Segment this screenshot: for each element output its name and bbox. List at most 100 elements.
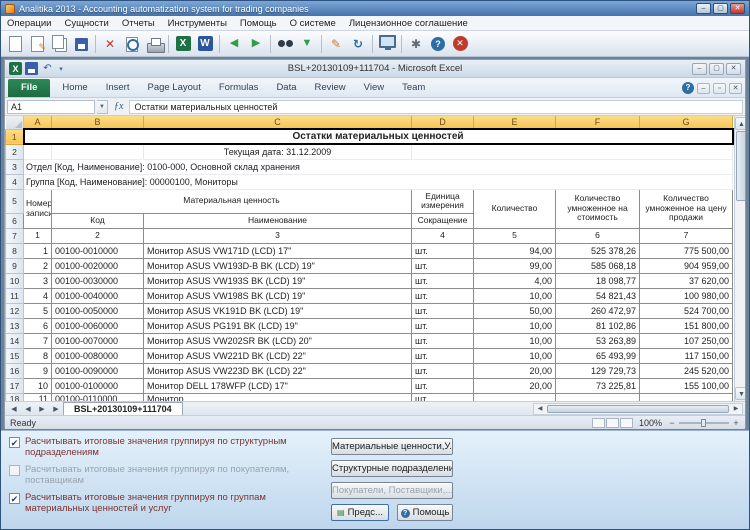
excel-close-button[interactable]: ✕ bbox=[726, 63, 741, 75]
ribbon-help-icon[interactable]: ? bbox=[682, 82, 694, 94]
print-icon[interactable] bbox=[143, 33, 165, 55]
cell[interactable]: шт. bbox=[412, 288, 474, 303]
next-sheet-icon[interactable]: ▶ bbox=[35, 405, 49, 413]
zoom-track[interactable] bbox=[679, 422, 729, 424]
last-sheet-icon[interactable]: ▶ bbox=[49, 405, 63, 413]
menu-item-2[interactable]: Отчеты bbox=[122, 18, 155, 29]
cell[interactable]: Монитор ASUS VW198S BK (LCD) 19" bbox=[144, 288, 412, 303]
row-header-2[interactable]: 2 bbox=[6, 144, 24, 159]
cell[interactable]: Монитор ASUS VW193D-B BK (LCD) 19" bbox=[144, 258, 412, 273]
edit-pencil-icon[interactable]: ✎ bbox=[325, 33, 347, 55]
cell[interactable]: 10 bbox=[24, 378, 52, 393]
cell[interactable]: 73 225,81 bbox=[556, 378, 640, 393]
tab-team[interactable]: Team bbox=[393, 79, 434, 97]
scroll-right-icon[interactable]: ▶ bbox=[730, 405, 742, 412]
tab-view[interactable]: View bbox=[355, 79, 393, 97]
header-cell[interactable]: Сокращение bbox=[412, 213, 474, 228]
column-number-cell[interactable]: 1 bbox=[24, 228, 52, 243]
scroll-down-icon[interactable]: ▼ bbox=[735, 387, 745, 400]
cell[interactable] bbox=[556, 393, 640, 401]
cell[interactable]: 525 378,26 bbox=[556, 243, 640, 258]
zoom-in-icon[interactable]: + bbox=[732, 418, 740, 428]
row-header-7[interactable]: 7 bbox=[6, 228, 24, 243]
header-cell[interactable]: Номер записи bbox=[24, 189, 52, 228]
row-header-11[interactable]: 11 bbox=[6, 288, 24, 303]
column-number-cell[interactable]: 7 bbox=[640, 228, 733, 243]
cell[interactable]: 00100-0110000 bbox=[52, 393, 144, 401]
tab-data[interactable]: Data bbox=[267, 79, 305, 97]
header-cell[interactable]: Количество умноженное на цену продажи bbox=[640, 189, 733, 228]
checkbox-0[interactable]: ✔ bbox=[9, 437, 20, 448]
checkbox-2[interactable]: ✔ bbox=[9, 493, 20, 504]
structural-units-button[interactable]: Структурные подразделения bbox=[331, 460, 453, 477]
cell[interactable]: шт. bbox=[412, 378, 474, 393]
cell[interactable]: 585 068,18 bbox=[556, 258, 640, 273]
help-book-icon[interactable]: ? bbox=[427, 33, 449, 55]
cell[interactable]: 155 100,00 bbox=[640, 378, 733, 393]
cell[interactable]: 54 821,43 bbox=[556, 288, 640, 303]
cell[interactable]: 99,00 bbox=[474, 258, 556, 273]
scroll-up-icon[interactable]: ▲ bbox=[735, 117, 745, 130]
excel-maximize-button[interactable]: ▢ bbox=[709, 63, 724, 75]
cell[interactable]: 2 bbox=[24, 258, 52, 273]
report-title-cell[interactable]: Остатки материальных ценностей bbox=[24, 129, 733, 144]
menu-item-3[interactable]: Инструменты bbox=[168, 18, 227, 29]
row-header-18[interactable]: 18 bbox=[6, 393, 24, 401]
name-box-dropdown-icon[interactable]: ▼ bbox=[97, 100, 108, 114]
cell[interactable]: 8 bbox=[24, 348, 52, 363]
cell[interactable]: 00100-0080000 bbox=[52, 348, 144, 363]
row-header-4[interactable]: 4 bbox=[6, 174, 24, 189]
cell[interactable]: 10,00 bbox=[474, 288, 556, 303]
sheet-tab[interactable]: BSL+20130109+111704 bbox=[63, 402, 183, 415]
cell[interactable]: 00100-0090000 bbox=[52, 363, 144, 378]
move-down-icon[interactable]: ▼ bbox=[296, 33, 318, 55]
column-number-cell[interactable]: 2 bbox=[52, 228, 144, 243]
maximize-button[interactable]: ▢ bbox=[713, 3, 728, 14]
cell[interactable]: 3 bbox=[24, 273, 52, 288]
tab-formulas[interactable]: Formulas bbox=[210, 79, 268, 97]
cell[interactable]: Монитор ASUS VW193S BK (LCD) 19" bbox=[144, 273, 412, 288]
column-header-E[interactable]: E bbox=[474, 116, 556, 129]
cell[interactable] bbox=[474, 393, 556, 401]
zoom-thumb[interactable] bbox=[701, 419, 706, 427]
cell[interactable]: Монитор ASUS VW202SR BK (LCD) 20" bbox=[144, 333, 412, 348]
cell[interactable]: 00100-0070000 bbox=[52, 333, 144, 348]
department-cell[interactable]: Отдел [Код, Наименование]: 0100-000, Осн… bbox=[24, 159, 733, 174]
tab-file[interactable]: File bbox=[8, 79, 50, 97]
cell[interactable]: шт. bbox=[412, 273, 474, 288]
page-break-view-icon[interactable] bbox=[620, 418, 633, 428]
cell[interactable]: 775 500,00 bbox=[640, 243, 733, 258]
cell[interactable]: Монитор ASUS PG191 BK (LCD) 19" bbox=[144, 318, 412, 333]
cell[interactable]: 00100-0020000 bbox=[52, 258, 144, 273]
workbook-close-icon[interactable]: ✕ bbox=[729, 83, 742, 94]
cell[interactable]: 6 bbox=[24, 318, 52, 333]
menu-item-0[interactable]: Операции bbox=[7, 18, 51, 29]
cell[interactable]: 524 700,00 bbox=[640, 303, 733, 318]
header-cell[interactable]: Код bbox=[52, 213, 144, 228]
cell[interactable]: Монитор ASUS VK191D BK (LCD) 19" bbox=[144, 303, 412, 318]
row-header-16[interactable]: 16 bbox=[6, 363, 24, 378]
qat-undo-icon[interactable]: ↶ bbox=[41, 62, 54, 75]
cell[interactable]: 245 520,00 bbox=[640, 363, 733, 378]
cell[interactable]: 00100-0010000 bbox=[52, 243, 144, 258]
next-record-icon[interactable]: ▶ bbox=[245, 33, 267, 55]
new-document-icon[interactable] bbox=[4, 33, 26, 55]
preview-icon[interactable] bbox=[121, 33, 143, 55]
cell[interactable]: 00100-0060000 bbox=[52, 318, 144, 333]
formula-input[interactable]: Остатки материальных ценностей bbox=[129, 100, 743, 114]
copy-document-icon[interactable] bbox=[48, 33, 70, 55]
cell[interactable]: 11 bbox=[24, 393, 52, 401]
first-sheet-icon[interactable]: ◀ bbox=[7, 405, 21, 413]
help-button[interactable]: Помощь bbox=[397, 504, 453, 521]
column-header-B[interactable]: B bbox=[52, 116, 144, 129]
cell[interactable]: Монитор ASUS VW171D (LCD) 17" bbox=[144, 243, 412, 258]
zoom-slider[interactable]: − + bbox=[668, 418, 740, 428]
header-cell[interactable]: Материальная ценность bbox=[52, 189, 412, 213]
row-header-8[interactable]: 8 bbox=[6, 243, 24, 258]
cell[interactable]: 129 729,73 bbox=[556, 363, 640, 378]
cell[interactable]: 37 620,00 bbox=[640, 273, 733, 288]
row-header-14[interactable]: 14 bbox=[6, 333, 24, 348]
tab-insert[interactable]: Insert bbox=[97, 79, 139, 97]
cell[interactable]: 18 098,77 bbox=[556, 273, 640, 288]
name-box[interactable]: A1 bbox=[7, 100, 95, 114]
